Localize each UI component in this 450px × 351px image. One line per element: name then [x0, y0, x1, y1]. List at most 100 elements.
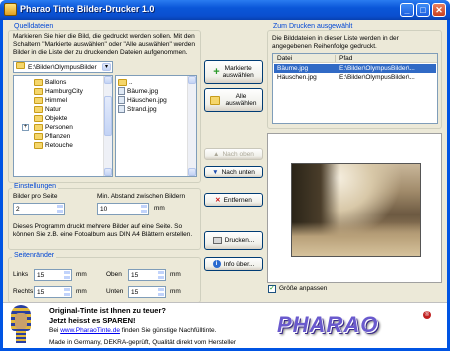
pharaotinte-link[interactable]: www.PharaoTinte.de	[60, 327, 120, 334]
folder-icon	[34, 87, 43, 95]
scroll-up-button[interactable]	[104, 76, 112, 84]
scroll-thumb[interactable]	[104, 96, 112, 136]
list-item[interactable]: Häuschen.jpg	[118, 96, 188, 105]
table-row[interactable]: Häuschen.jpg E:\Bilder\OlympusBilder\...	[274, 73, 436, 82]
scroll-up-button[interactable]	[188, 76, 196, 84]
table-header: Datei Pfad	[273, 54, 437, 63]
pharaoh-logo	[9, 305, 33, 347]
spin-down-icon[interactable]	[157, 292, 165, 297]
sources-group-title: Quelldateien	[12, 23, 56, 30]
footer-banner: Original-Tinte ist Ihnen zu teuer? Jetzt…	[3, 302, 447, 348]
folder-open-icon	[34, 105, 43, 113]
list-item[interactable]: Bäume.jpg	[118, 87, 188, 96]
close-button[interactable]: ✕	[432, 3, 446, 17]
table-row[interactable]: Bäume.jpg E:\Bilder\OlympusBilder\...	[274, 64, 436, 73]
settings-group-title: Einstellungen	[12, 183, 59, 190]
list-item[interactable]: ..	[118, 78, 188, 87]
margin-left-unit: mm	[76, 271, 87, 278]
scroll-down-button[interactable]	[188, 168, 196, 176]
margin-bottom-unit: mm	[170, 288, 181, 295]
margin-top-stepper[interactable]: 15	[128, 269, 166, 281]
tree-item[interactable]: Objekte	[16, 114, 104, 123]
move-down-button[interactable]: ▼ Nach unten	[204, 166, 263, 178]
per-page-stepper[interactable]: 2	[13, 203, 65, 215]
preview-beach	[292, 222, 420, 256]
scroll-down-button[interactable]	[104, 168, 112, 176]
settings-info: Dieses Programm druckt mehrere Bilder au…	[13, 223, 193, 238]
tree-scrollbar[interactable]	[103, 76, 112, 176]
margin-top-label: Oben	[106, 271, 122, 278]
footer-headline-1: Original-Tinte ist Ihnen zu teuer?	[49, 306, 166, 315]
pharao-logo-text: PHARAO	[277, 312, 379, 337]
title-bar[interactable]: Pharao Tinte Bilder-Drucker 1.0 _ □ ✕	[0, 0, 450, 20]
per-page-label: Bilder pro Seite	[13, 193, 58, 200]
margin-right-label: Rechts	[13, 288, 34, 295]
image-file-icon	[118, 87, 125, 96]
pharaoh-face	[15, 313, 27, 329]
move-up-button[interactable]: ▲ Nach oben	[204, 148, 263, 160]
folder-icon	[34, 132, 43, 140]
delete-x-icon: ✕	[215, 197, 221, 204]
folder-up-icon	[118, 78, 127, 86]
footer-line-2: Made in Germany, DEKRA-geprüft, Qualität…	[49, 339, 237, 346]
registered-mark: ®	[423, 311, 431, 319]
min-gap-stepper[interactable]: 10	[97, 203, 149, 215]
margin-left-stepper[interactable]: 15	[34, 269, 72, 281]
fit-checkbox[interactable]: ✓	[268, 285, 276, 293]
margin-bottom-stepper[interactable]: 15	[128, 286, 166, 298]
tree-item[interactable]: Himmel	[16, 96, 104, 105]
margin-right-stepper[interactable]: 15	[34, 286, 72, 298]
printer-icon	[212, 237, 222, 244]
print-preview	[267, 133, 442, 283]
info-icon: i	[212, 260, 221, 268]
folder-path-value: E:\Bilder\OlympusBilder	[28, 64, 97, 71]
file-list[interactable]: .. Bäume.jpg Häuschen.jpg Strand.jpg	[115, 75, 197, 177]
tree-item[interactable]: + Personen	[16, 123, 104, 132]
image-file-icon	[118, 105, 125, 114]
tree-item[interactable]: HamburgCity	[16, 87, 104, 96]
sources-intro: Markieren Sie hier die Bild, die gedruck…	[13, 33, 195, 56]
column-header-file[interactable]: Datei	[277, 54, 292, 63]
spin-down-icon[interactable]	[63, 275, 71, 280]
spin-down-icon[interactable]	[56, 209, 64, 214]
spin-down-icon[interactable]	[157, 275, 165, 280]
margins-group-title: Seitenränder	[12, 252, 57, 259]
margin-right-unit: mm	[76, 288, 87, 295]
info-button[interactable]: i Info über...	[204, 257, 263, 271]
tree-item[interactable]: Retouche	[16, 141, 104, 150]
arrow-down-icon: ▼	[212, 168, 219, 176]
select-marked-button[interactable]: + Markierte auswählen	[204, 60, 263, 84]
footer-line-1: Bei www.PharaoTinte.de finden Sie günsti…	[49, 327, 217, 334]
tree-item[interactable]: Pflanzen	[16, 132, 104, 141]
window-title: Pharao Tinte Bilder-Drucker 1.0	[20, 4, 155, 14]
folder-icon	[34, 96, 43, 104]
min-gap-value: 10	[100, 206, 108, 213]
image-file-icon	[118, 96, 125, 105]
file-list-scrollbar[interactable]	[187, 76, 196, 176]
column-divider[interactable]	[335, 55, 336, 62]
minimize-button[interactable]: _	[400, 3, 414, 17]
tree-item-selected[interactable]: Natur	[16, 105, 104, 114]
folder-tree[interactable]: Ballons HamburgCity Himmel Natur Objekte…	[13, 75, 113, 177]
list-item[interactable]: Strand.jpg	[118, 105, 188, 114]
select-all-button[interactable]: Alle auswählen	[204, 88, 263, 112]
tree-item[interactable]: Ballons	[16, 78, 104, 87]
print-list-table[interactable]: Datei Pfad Bäume.jpg E:\Bilder\OlympusBi…	[272, 53, 438, 124]
maximize-button[interactable]: □	[416, 3, 430, 17]
spin-down-icon[interactable]	[140, 209, 148, 214]
column-header-path[interactable]: Pfad	[339, 54, 352, 63]
file-list-items: .. Bäume.jpg Häuschen.jpg Strand.jpg	[118, 78, 188, 114]
chevron-down-icon[interactable]: ▾	[102, 63, 111, 71]
margin-bottom-label: Unten	[106, 288, 124, 295]
spin-down-icon[interactable]	[63, 292, 71, 297]
footer-headline-2: Jetzt heisst es SPAREN!	[49, 316, 136, 325]
print-list-group-title: Zum Drucken ausgewählt	[271, 23, 355, 30]
remove-button[interactable]: ✕ Entfernen	[204, 193, 263, 207]
folder-icon	[34, 123, 43, 131]
min-gap-label: Min. Abstand zwischen Bildern	[97, 193, 186, 200]
print-button[interactable]: Drucken...	[204, 231, 263, 250]
expand-icon[interactable]: +	[22, 124, 29, 131]
preview-photo	[291, 163, 421, 257]
folder-path-combo[interactable]: E:\Bilder\OlympusBilder ▾	[13, 61, 113, 73]
folder-icon	[16, 62, 25, 69]
